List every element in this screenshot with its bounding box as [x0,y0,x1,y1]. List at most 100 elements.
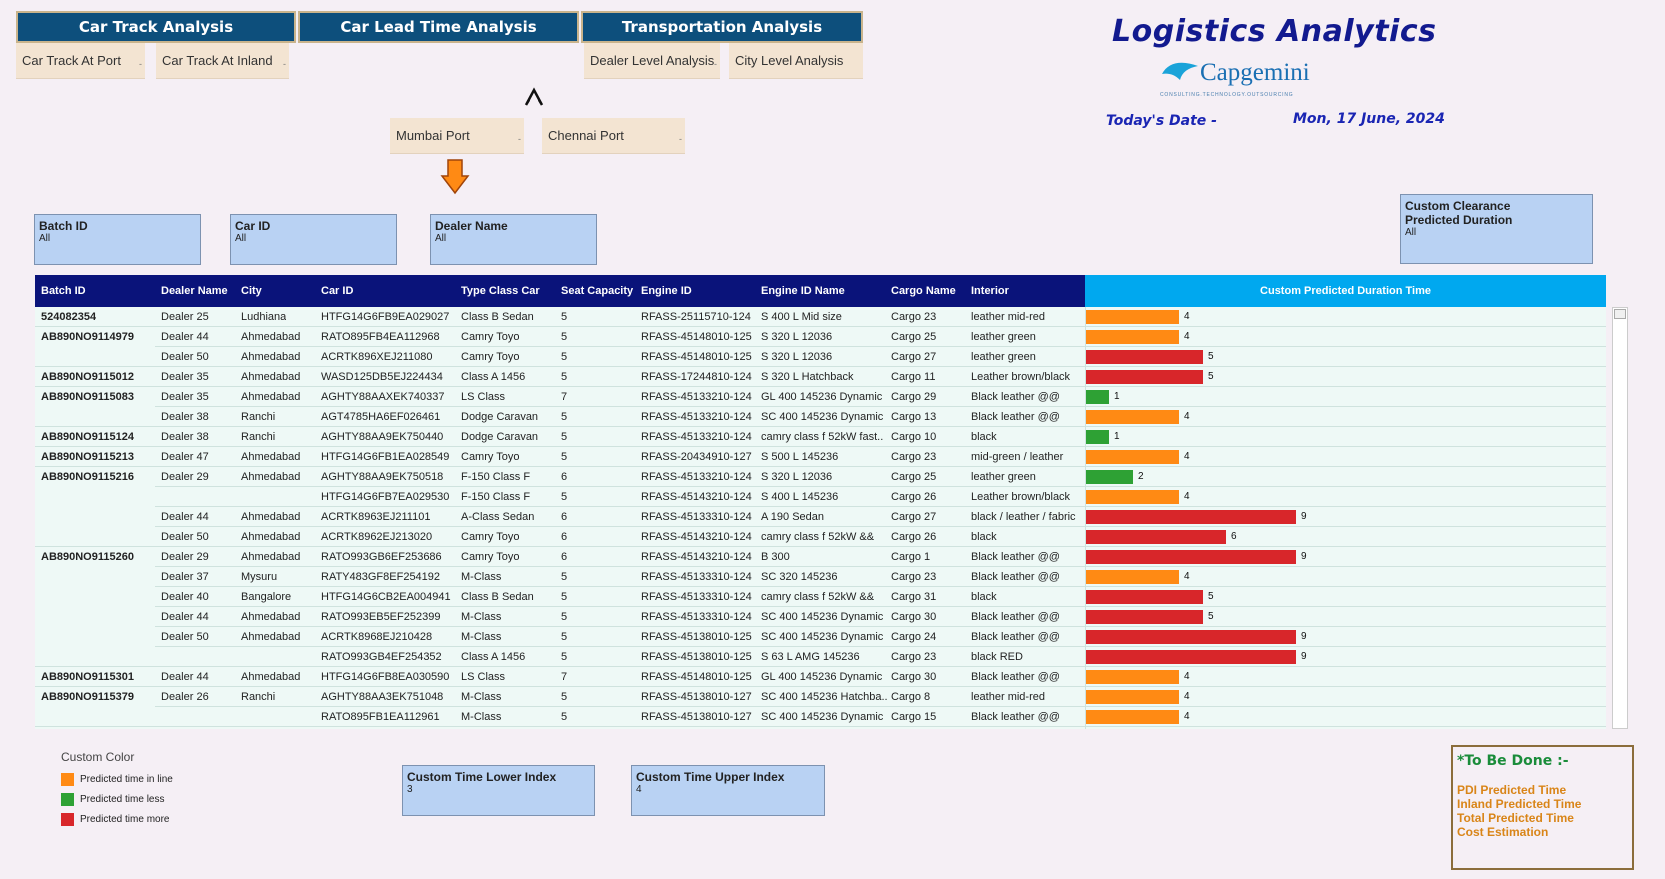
table-row[interactable]: Dealer 50 Ahmedabad ACRTK896XEJ211080 Camry… [35,347,1606,367]
custom-time-upper-index-filter[interactable]: Custom Time Upper Index 4 [631,765,825,816]
legend-swatch-green [61,792,74,806]
cell-seat: 6 [561,511,568,523]
duration-value: 5 [1208,611,1214,622]
table-row[interactable]: AB890NO9114979 Dealer 44 Ahmedabad RATO895F… [35,327,1606,347]
duration-bar [1086,430,1109,444]
duration-value: 4 [1184,691,1190,702]
duration-value: 9 [1301,511,1307,522]
table-row[interactable]: RATO895FB1EA112961 M-Class 5 RFASS-4513801… [35,707,1606,727]
col-dealer-name[interactable]: Dealer Name [161,285,228,297]
cell-city: Ahmedabad [241,451,301,463]
col-city[interactable]: City [241,285,262,297]
duration-value: 4 [1184,331,1190,342]
cell-interior: black [971,431,997,443]
tab-car-lead-time-analysis[interactable]: Car Lead Time Analysis [298,11,579,43]
cell-type: Camry Toyo [461,451,520,463]
table-row[interactable]: AB890NO9115124 Dealer 38 Ranchi AGHTY88AA9E… [35,427,1606,447]
dropdown-icon: - [714,59,717,69]
cell-type: Camry Toyo [461,351,520,363]
cell-batch: AB890NO9115216 [41,471,134,483]
subtab-chennai-port[interactable]: Chennai Port - [542,118,685,154]
subtab-mumbai-port[interactable]: Mumbai Port - [390,118,524,154]
cell-type: F-150 Class F [461,471,531,483]
cell-seat: 5 [561,311,568,323]
duration-bar [1086,470,1133,484]
dealer-name-filter[interactable]: Dealer Name All [430,214,597,265]
cell-cargo: Cargo 23 [891,451,937,463]
subtab-car-track-at-inland[interactable]: Car Track At Inland - [156,43,289,79]
cell-city: Mysuru [241,571,278,583]
vertical-scrollbar[interactable] [1612,307,1628,729]
table-row[interactable]: AB890NO9115083 Dealer 35 Ahmedabad AGHTY88A… [35,387,1606,407]
col-cargo-name[interactable]: Cargo Name [891,285,956,297]
cell-cargo: Cargo 10 [891,431,937,443]
col-interior[interactable]: Interior [971,285,1009,297]
custom-clearance-filter[interactable]: Custom Clearance Predicted Duration All [1400,194,1593,264]
cell-city: Ranchi [241,411,276,423]
col-engine-id-name[interactable]: Engine ID Name [761,285,845,297]
cell-seat: 6 [561,551,568,563]
col-type-class-car[interactable]: Type Class Car [461,285,540,297]
table-row[interactable]: AB890NO9115301 Dealer 44 Ahmedabad HTFG14G6… [35,667,1606,687]
cell-dealer: Dealer 50 [161,531,209,543]
cell-car: HTFG14G6CB2EA004941 [321,591,451,603]
cell-dealer: Dealer 35 [161,391,209,403]
batch-id-filter[interactable]: Batch ID All [34,214,201,265]
scrollbar-thumb[interactable] [1614,309,1626,319]
table-row[interactable]: AB890NO9115012 Dealer 35 Ahmedabad WASD125D… [35,367,1606,387]
table-row[interactable]: HTFG14G6FB7EA029530 F-150 Class F 5 RFASS-4… [35,487,1606,507]
tab-car-track-analysis[interactable]: Car Track Analysis [16,11,296,43]
table-row[interactable]: Dealer 44 Ahmedabad ACRTK8963EJ211101 A-Cl… [35,507,1606,527]
table-row[interactable]: AB890NO9115379 Dealer 26 Ranchi AGHTY88AA3E… [35,687,1606,707]
subtab-city-level-analysis[interactable]: City Level Analysis [729,43,863,79]
cell-interior: leather mid-red [971,311,1045,323]
subtab-dealer-level-analysis[interactable]: Dealer Level Analysis - [584,43,720,79]
cell-batch: AB890NO9115301 [41,671,134,683]
cell-car: HTFG14G6FB1EA028549 [321,451,450,463]
cell-cargo: Cargo 23 [891,651,937,663]
custom-time-lower-index-filter[interactable]: Custom Time Lower Index 3 [402,765,595,816]
col-seat-capacity[interactable]: Seat Capacity [561,285,633,297]
cell-interior: Black leather @@ [971,571,1060,583]
table-row[interactable]: 524082354 Dealer 25 Ludhiana HTFG14G6FB9EA0… [35,307,1606,327]
table-row[interactable]: Dealer 44 Ahmedabad RATO993EB5EF252399 M-C… [35,607,1606,627]
duration-bar [1086,630,1296,644]
cell-cargo: Cargo 30 [891,611,937,623]
table-row[interactable]: AB890NO9115213 Dealer 47 Ahmedabad HTFG14G6… [35,447,1606,467]
subtab-car-track-at-port[interactable]: Car Track At Port - [16,43,145,79]
cell-cargo: Cargo 26 [891,491,937,503]
cell-interior: leather mid-red [971,691,1045,703]
table-row[interactable]: Dealer 38 Ranchi AGT4785HA6EF026461 Dodge C… [35,407,1606,427]
duration-bar [1086,490,1179,504]
col-car-id[interactable]: Car ID [321,285,353,297]
table-row[interactable]: RATO993GB4EF254352 Class A 1456 5 RFASS-451… [35,647,1606,667]
cell-engine-name: SC 400 145236 Dynamic [761,411,884,423]
table-row[interactable]: Dealer 40 Bangalore HTFG14G6CB2EA004941 Cla… [35,587,1606,607]
cell-engine-name: camry class f 52kW && [761,531,875,543]
duration-value: 4 [1184,311,1190,322]
cell-city: Ahmedabad [241,531,301,543]
cell-interior: Black leather @@ [971,631,1060,643]
table-row[interactable]: AB890NO9115216 Dealer 29 Ahmedabad AGHTY88A… [35,467,1606,487]
table-row[interactable]: Dealer 50 Ahmedabad ACRTK8968EJ210428 M-Cl… [35,627,1606,647]
cell-engine: RFASS-45143210-124 [641,531,752,543]
cell-seat: 5 [561,331,568,343]
cell-engine: RFASS-45133310-124 [641,611,752,623]
cell-engine: RFASS-45148010-125 [641,331,752,343]
duration-bar [1086,550,1296,564]
col-engine-id[interactable]: Engine ID [641,285,692,297]
table-row[interactable]: Dealer 50 Ahmedabad ACRTK8962EJ213020 Camry… [35,527,1606,547]
table-row[interactable]: Dealer 37 Mysuru RATY483GF8EF254192 M-Clas… [35,567,1606,587]
col-batch-id[interactable]: Batch ID [41,285,86,297]
table-row[interactable]: AB890NO9115260 Dealer 29 Ahmedabad RATO993G… [35,547,1606,567]
legend-swatch-orange [61,772,74,786]
duration-bar [1086,510,1296,524]
cell-type: M-Class [461,691,502,703]
to-be-done-panel: *To Be Done :- PDI Predicted Time Inland… [1451,745,1634,870]
cell-type: A-Class Sedan [461,511,535,523]
car-id-filter[interactable]: Car ID All [230,214,397,265]
cell-seat: 5 [561,691,568,703]
cell-interior: black [971,591,997,603]
tab-transportation-analysis[interactable]: Transportation Analysis [581,11,863,43]
col-custom-predicted-duration[interactable]: Custom Predicted Duration Time [1085,275,1606,307]
